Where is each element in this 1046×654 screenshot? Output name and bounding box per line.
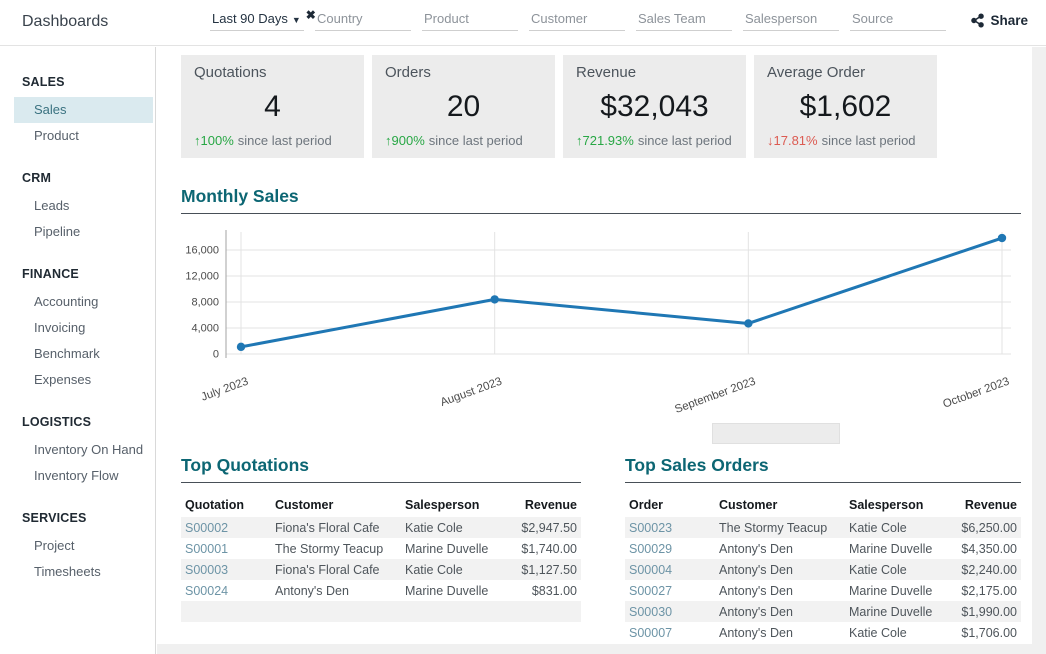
order-link[interactable]: S00004 [625,559,715,580]
vertical-scrollbar[interactable] [1032,47,1046,654]
kpi-card-average-order: Average Order $1,602 ↓17.81%since last p… [754,55,937,158]
top-quotations-section: Top Quotations Quotation Customer Salesp… [181,455,581,643]
table-row: S00029 Antony's Den Marine Duvelle $4,35… [625,538,1021,559]
sidebar-item-inventory-on-hand[interactable]: Inventory On Hand [14,437,153,463]
table-header-row: Quotation Customer Salesperson Revenue [181,495,581,517]
share-icon [970,13,985,28]
table-row: S00004 Antony's Den Katie Cole $2,240.00 [625,559,1021,580]
page-title: Dashboards [22,13,108,31]
svg-text:12,000: 12,000 [185,271,219,283]
clear-filter-icon[interactable]: ✖ [306,8,316,22]
table-header-row: Order Customer Salesperson Revenue [625,495,1021,517]
kpi-card-quotations: Quotations 4 ↑100%since last period [181,55,364,158]
share-label: Share [990,13,1028,28]
top-sales-orders-table: Order Customer Salesperson Revenue S0002… [625,495,1021,643]
topbar: Dashboards Last 90 Days▼✖ Country Produc… [0,0,1046,46]
sales-team-filter-input[interactable]: Sales Team [636,9,732,31]
horizontal-scrollbar[interactable] [157,644,1032,654]
tables-section: Top Quotations Quotation Customer Salesp… [181,455,1032,643]
quotation-link[interactable]: S00002 [181,517,271,538]
sidebar-item-leads[interactable]: Leads [14,193,153,219]
table-row-empty [181,601,581,622]
kpi-card-revenue: Revenue $32,043 ↑721.93%since last perio… [563,55,746,158]
svg-text:4,000: 4,000 [191,323,219,335]
monthly-sales-section: Monthly Sales 0 4,000 8,000 12,000 16,000 Jul… [181,186,1021,444]
order-link[interactable]: S00027 [625,580,715,601]
sidebar-section-services: SERVICES [0,511,155,533]
table-row: S00001 The Stormy Teacup Marine Duvelle … [181,538,581,559]
sidebar-item-inventory-flow[interactable]: Inventory Flow [14,463,153,489]
svg-text:0: 0 [213,349,219,361]
top-quotations-table: Quotation Customer Salesperson Revenue S… [181,495,581,622]
table-row: S00027 Antony's Den Marine Duvelle $2,17… [625,580,1021,601]
sidebar-item-benchmark[interactable]: Benchmark [14,341,153,367]
sidebar-item-pipeline[interactable]: Pipeline [14,219,153,245]
monthly-sales-title: Monthly Sales [181,186,1021,214]
date-range-filter[interactable]: Last 90 Days▼✖ [210,9,304,31]
kpi-card-orders: Orders 20 ↑900%since last period [372,55,555,158]
quotation-link[interactable]: S00024 [181,580,271,601]
svg-text:16,000: 16,000 [185,245,219,257]
salesperson-filter-input[interactable]: Salesperson [743,9,839,31]
filter-bar: Last 90 Days▼✖ Country Product Customer … [210,9,957,31]
dashboard-app: Dashboards Last 90 Days▼✖ Country Produc… [0,0,1046,654]
svg-text:August 2023: August 2023 [439,376,504,409]
table-row: S00023 The Stormy Teacup Katie Cole $6,2… [625,517,1021,538]
chevron-down-icon: ▼ [292,15,301,25]
table-row: S00003 Fiona's Floral Cafe Katie Cole $1… [181,559,581,580]
table-row: S00030 Antony's Den Marine Duvelle $1,99… [625,601,1021,622]
order-link[interactable]: S00029 [625,538,715,559]
monthly-sales-chart: 0 4,000 8,000 12,000 16,000 July 2023 August 2… [181,222,1021,422]
svg-text:September 2023: September 2023 [673,376,757,416]
sidebar-item-expenses[interactable]: Expenses [14,367,153,393]
sidebar-section-logistics: LOGISTICS [0,415,155,437]
sidebar-item-product[interactable]: Product [14,123,153,149]
sidebar-section-finance: FINANCE [0,267,155,289]
sidebar-item-invoicing[interactable]: Invoicing [14,315,153,341]
share-button[interactable]: Share [970,13,1028,28]
kpi-cards: Quotations 4 ↑100%since last period Orde… [181,55,938,158]
sidebar-section-crm: CRM [0,171,155,193]
main-content: Quotations 4 ↑100%since last period Orde… [157,47,1032,654]
sidebar: SALES Sales Product CRM Leads Pipeline F… [0,47,156,654]
top-quotations-title: Top Quotations [181,455,581,483]
top-sales-orders-title: Top Sales Orders [625,455,1021,483]
quotation-link[interactable]: S00003 [181,559,271,580]
sidebar-item-accounting[interactable]: Accounting [14,289,153,315]
sidebar-item-project[interactable]: Project [14,533,153,559]
svg-text:8,000: 8,000 [191,297,219,309]
order-link[interactable]: S00007 [625,622,715,643]
sidebar-section-sales: SALES [0,75,155,97]
order-link[interactable]: S00023 [625,517,715,538]
table-row: S00002 Fiona's Floral Cafe Katie Cole $2… [181,517,581,538]
svg-text:October 2023: October 2023 [941,376,1011,411]
quotation-link[interactable]: S00001 [181,538,271,559]
country-filter-input[interactable]: Country [315,9,411,31]
product-filter-input[interactable]: Product [422,9,518,31]
sidebar-item-sales[interactable]: Sales [14,97,153,123]
chart-hscroll-thumb[interactable] [712,423,840,444]
table-row: S00024 Antony's Den Marine Duvelle $831.… [181,580,581,601]
source-filter-input[interactable]: Source [850,9,946,31]
sidebar-item-timesheets[interactable]: Timesheets [14,559,153,585]
svg-text:July 2023: July 2023 [200,376,250,404]
customer-filter-input[interactable]: Customer [529,9,625,31]
table-row: S00007 Antony's Den Katie Cole $1,706.00 [625,622,1021,643]
top-sales-orders-section: Top Sales Orders Order Customer Salesper… [625,455,1021,643]
order-link[interactable]: S00030 [625,601,715,622]
